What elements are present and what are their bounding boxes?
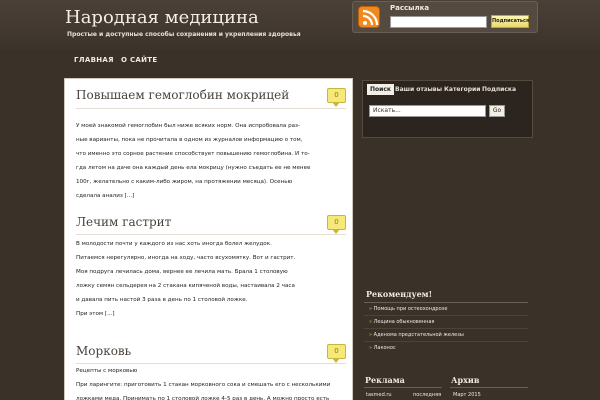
ads-item-left[interactable]: tasmed.ru xyxy=(366,392,392,398)
widget-divider xyxy=(364,315,528,316)
ads-item-right[interactable]: последняя xyxy=(413,392,441,398)
subscribe-button[interactable]: Подписаться xyxy=(491,15,529,28)
post-divider xyxy=(76,234,346,235)
post: Повышаем гемоглобин мокрицей 0 У моей зн… xyxy=(76,87,346,199)
post-line: В молодости почти у каждого из нас хоть … xyxy=(76,241,272,247)
sidebar-tabs-widget: Поиск Ваши отзывы Категории Подписка Иск… xyxy=(362,80,533,138)
post-excerpt: В молодости почти у каждого из нас хоть … xyxy=(76,237,348,321)
comment-bubble-icon[interactable]: 0 xyxy=(327,88,346,107)
post-line: У моей знакомой гемоглобин был ниже всяк… xyxy=(76,123,301,129)
recommend-item[interactable]: Аденома предстательной железы xyxy=(369,332,464,338)
post-line: ложками меда. Принимать по 1 столовой ло… xyxy=(76,396,330,400)
tab-search[interactable]: Поиск xyxy=(367,84,394,95)
site-title[interactable]: Народная медицина xyxy=(65,7,259,28)
widget-divider xyxy=(364,387,442,388)
search-go-button[interactable]: Go xyxy=(489,105,505,117)
post-line: ложку семян сельдерея на 2 стакана кипяч… xyxy=(76,283,295,289)
main-nav: ГЛАВНАЯ О САЙТЕ xyxy=(62,51,542,71)
recommend-title: Рекомендуем! xyxy=(366,289,433,299)
post-line: гда летом на даче она каждый день ела мо… xyxy=(76,165,311,171)
search-input[interactable]: Искать... xyxy=(369,105,486,117)
post-line: что именно это сорное растение способств… xyxy=(76,151,310,157)
main-content: Повышаем гемоглобин мокрицей 0 У моей зн… xyxy=(64,78,353,400)
post-line: При ларингите: приготовить 1 стакан морк… xyxy=(76,382,331,388)
header: Народная медицина Простые и доступные сп… xyxy=(0,0,600,50)
comment-bubble-icon[interactable]: 0 xyxy=(327,344,346,363)
subscribe-label: Рассылка xyxy=(390,4,430,12)
nav-item-home[interactable]: ГЛАВНАЯ xyxy=(74,56,114,64)
post-excerpt: У моей знакомой гемоглобин был ниже всяк… xyxy=(76,119,348,203)
recommend-item[interactable]: Помощь при остеохондрозе xyxy=(369,306,448,312)
post-line: сделала анализ [...] xyxy=(76,193,135,199)
post-excerpt: Рецепты с морковью При ларингите: пригот… xyxy=(76,364,348,400)
post-line: и давала пить настой 3 раза в день по 1 … xyxy=(76,297,248,303)
recommend-item[interactable]: Лаконос xyxy=(369,345,396,351)
post-title[interactable]: Лечим гастрит xyxy=(76,214,346,230)
archive-title: Архив xyxy=(451,375,480,385)
post: Лечим гастрит 0 В молодости почти у кажд… xyxy=(76,214,346,317)
rss-icon[interactable] xyxy=(358,6,380,28)
post-line: ные варианты, пока не прочитала в одном … xyxy=(76,137,303,143)
post-line: Рецепты с морковью xyxy=(76,368,138,374)
widget-divider xyxy=(364,341,528,342)
widget-divider xyxy=(364,302,528,303)
widget-divider xyxy=(450,387,528,388)
archive-item[interactable]: Март 2015 xyxy=(453,392,481,398)
post-divider xyxy=(76,108,346,109)
post-line: 100г, желательно с каким-либо жиром, на … xyxy=(76,179,293,185)
post-line: Моя подруга лечилась дома, вернее ее леч… xyxy=(76,269,288,275)
rss-icon-graphic xyxy=(362,9,379,26)
post: Морковь 0 Рецепты с морковью При ларинги… xyxy=(76,343,346,400)
subscribe-email-input[interactable] xyxy=(390,16,487,28)
ads-title: Реклама xyxy=(365,375,405,385)
tab-categories[interactable]: Категории xyxy=(444,86,480,93)
recommend-item[interactable]: Лещина обыкновенная xyxy=(369,319,435,325)
nav-item-about[interactable]: О САЙТЕ xyxy=(121,56,157,64)
subscribe-box: Рассылка Подписаться xyxy=(352,1,538,33)
site-description: Простые и доступные способы сохранения и… xyxy=(67,31,301,38)
post-title[interactable]: Морковь xyxy=(76,343,346,359)
widget-divider xyxy=(364,328,528,329)
post-line: Питаемся нерегулярно, иногда на ходу, ча… xyxy=(76,255,296,261)
post-line: При этом [...] xyxy=(76,311,115,317)
comment-bubble-icon[interactable]: 0 xyxy=(327,215,346,234)
tab-reviews[interactable]: Ваши отзывы xyxy=(395,86,442,93)
post-title[interactable]: Повышаем гемоглобин мокрицей xyxy=(76,87,346,103)
tab-subscription[interactable]: Подписка xyxy=(482,86,516,93)
